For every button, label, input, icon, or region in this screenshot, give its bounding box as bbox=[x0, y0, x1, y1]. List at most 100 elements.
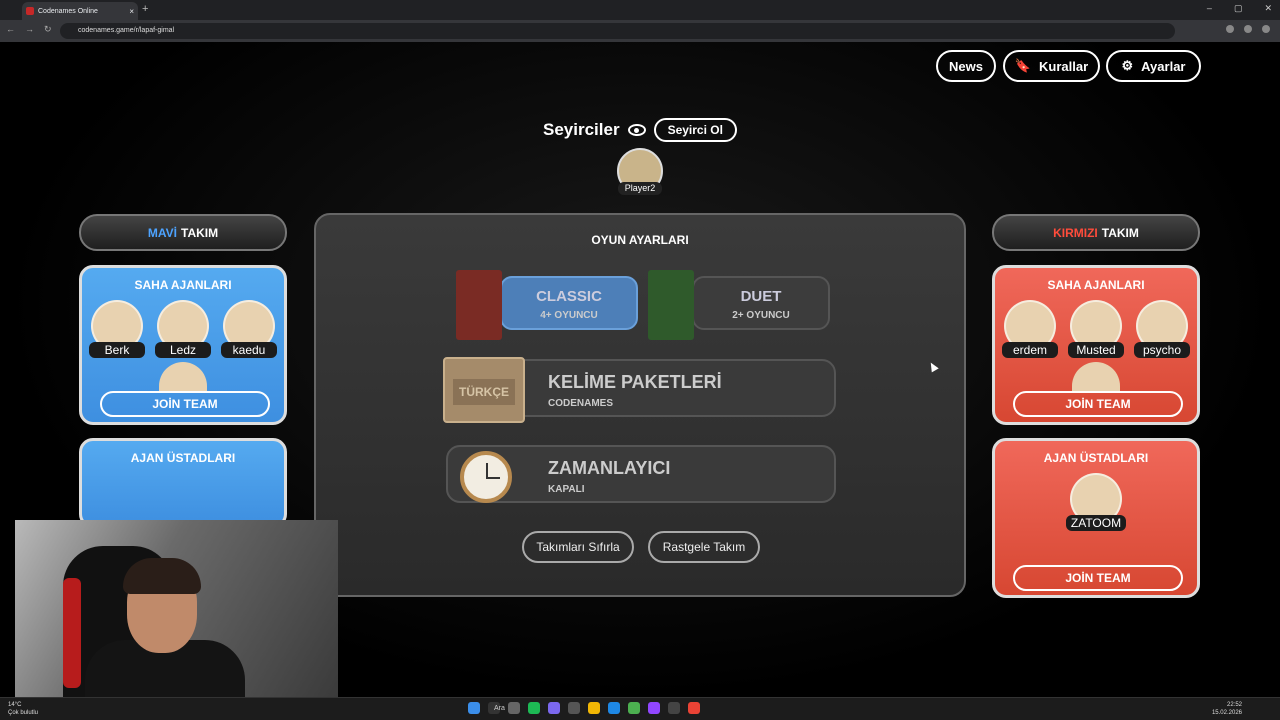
gear-icon: ⚙ bbox=[1121, 58, 1134, 73]
spectators-title: Seyirciler bbox=[543, 120, 620, 139]
clock-date: 15.02.2026 bbox=[1211, 710, 1242, 716]
red-spymaster: ZATOOM bbox=[1066, 473, 1126, 531]
store-icon[interactable] bbox=[568, 702, 580, 714]
chrome-active-icon[interactable] bbox=[688, 702, 700, 714]
close-tab-icon[interactable]: × bbox=[129, 7, 134, 16]
blue-spymasters-card: AJAN ÜSTADLARI bbox=[79, 438, 287, 528]
blue-team-header: MAVİ TAKIM bbox=[79, 214, 287, 251]
explorer-icon[interactable] bbox=[588, 702, 600, 714]
red-join-team-button[interactable]: JOİN TEAM bbox=[1013, 391, 1183, 417]
random-teams-button[interactable]: Rastgele Takım bbox=[648, 531, 760, 563]
minimize-icon[interactable]: – bbox=[1207, 3, 1212, 14]
blue-team-word: MAVİ bbox=[147, 225, 177, 240]
browser-tabbar: Codenames Online × + – ▢ ✕ bbox=[0, 0, 1280, 20]
red-team-label: TAKIM bbox=[1101, 225, 1139, 240]
duet-mode-button[interactable]: DUET 2+ OYUNCU bbox=[648, 270, 830, 340]
player-name: ZATOOM bbox=[1066, 515, 1126, 531]
task-view-icon[interactable] bbox=[508, 702, 520, 714]
stopwatch-icon bbox=[460, 451, 512, 503]
windows-start-icon[interactable] bbox=[468, 702, 480, 714]
browser-tab[interactable]: Codenames Online × bbox=[22, 2, 138, 20]
blue-player: Berk bbox=[89, 300, 145, 358]
red-operatives-title: SAHA AJANLARI bbox=[1047, 278, 1145, 292]
webcam-chair-accent bbox=[63, 578, 81, 688]
clock-time: 22:52 bbox=[1226, 702, 1242, 708]
favicon-icon bbox=[26, 7, 34, 15]
red-spymasters-title: AJAN ÜSTADLARI bbox=[1043, 451, 1149, 465]
player-name: Berk bbox=[89, 342, 145, 358]
close-window-icon[interactable]: ✕ bbox=[1264, 3, 1272, 14]
word-pack-badge: TÜRKÇE bbox=[453, 379, 515, 405]
duet-players: 2+ OYUNCU bbox=[732, 310, 790, 321]
timer-button[interactable]: ZAMANLAYICI KAPALI bbox=[446, 445, 836, 503]
eye-icon bbox=[627, 124, 646, 136]
window-controls: – ▢ ✕ bbox=[1207, 3, 1272, 14]
classic-label: CLASSIC bbox=[536, 288, 602, 305]
duet-box-image bbox=[648, 270, 694, 340]
blue-player: kaedu bbox=[221, 300, 277, 358]
forward-icon[interactable]: → bbox=[25, 24, 34, 35]
settings-button[interactable]: ⚙ Ayarlar bbox=[1106, 50, 1201, 82]
chrome-icon[interactable] bbox=[628, 702, 640, 714]
rules-label: Kurallar bbox=[1039, 58, 1089, 74]
red-team-word: KIRMIZI bbox=[1053, 225, 1098, 240]
rules-button[interactable]: 🔖 Kurallar bbox=[1003, 50, 1100, 82]
blue-player: Ledz bbox=[155, 300, 211, 358]
bookmark-star-icon[interactable] bbox=[1226, 25, 1234, 33]
player-name: Musted bbox=[1068, 342, 1124, 358]
teams-icon[interactable] bbox=[548, 702, 560, 714]
news-button[interactable]: News bbox=[936, 50, 996, 82]
new-tab-button[interactable]: + bbox=[142, 3, 148, 15]
tab-title: Codenames Online bbox=[38, 7, 98, 15]
discord-icon[interactable] bbox=[648, 702, 660, 714]
obs-icon[interactable] bbox=[668, 702, 680, 714]
settings-label: Ayarlar bbox=[1141, 58, 1186, 74]
red-spymasters-card: AJAN ÜSTADLARI ZATOOM JOİN TEAM bbox=[992, 438, 1200, 598]
red-spymaster-join-button[interactable]: JOİN TEAM bbox=[1013, 565, 1183, 591]
url-input[interactable]: codenames.game/r/lapaf-gimal bbox=[60, 23, 1175, 39]
game-settings-title: OYUN AYARLARI bbox=[591, 233, 689, 247]
app-icon[interactable] bbox=[528, 702, 540, 714]
classic-mode-button[interactable]: CLASSIC 4+ OYUNCU bbox=[456, 270, 638, 340]
webcam-person-hair bbox=[123, 558, 201, 594]
avatar bbox=[1072, 362, 1120, 392]
weather-temp: 14°C bbox=[8, 702, 22, 708]
player-name: erdem bbox=[1002, 342, 1058, 358]
blue-operatives-card: SAHA AJANLARI Berk Ledz kaedu JOİN TEAM bbox=[79, 265, 287, 425]
red-player: Musted bbox=[1068, 300, 1124, 358]
maximize-icon[interactable]: ▢ bbox=[1234, 3, 1243, 14]
reset-teams-button[interactable]: Takımları Sıfırla bbox=[522, 531, 634, 563]
red-player: erdem bbox=[1002, 300, 1058, 358]
red-team-header: KIRMIZI TAKIM bbox=[992, 214, 1200, 251]
word-packs-button[interactable]: TÜRKÇE KELİME PAKETLERİ CODENAMES bbox=[443, 357, 836, 423]
reload-icon[interactable]: ↻ bbox=[44, 24, 52, 35]
weather-desc: Çok bulutlu bbox=[8, 710, 39, 716]
become-spectator-button[interactable]: Seyirci Ol bbox=[653, 118, 737, 142]
spectator-name: Player2 bbox=[618, 182, 662, 195]
taskbar-search[interactable]: Ara bbox=[488, 702, 505, 714]
extension-icon[interactable] bbox=[1244, 25, 1252, 33]
word-pack-image: TÜRKÇE bbox=[443, 357, 525, 423]
windows-taskbar: 14°C Çok bulutlu Ara 22:52 15.02.2026 bbox=[0, 697, 1280, 720]
game-settings-panel: OYUN AYARLARI CLASSIC 4+ OYUNCU DUET 2+ … bbox=[314, 213, 966, 597]
address-bar-area: ← → ↻ codenames.game/r/lapaf-gimal bbox=[0, 20, 1280, 42]
red-player: psycho bbox=[1134, 300, 1190, 358]
back-icon[interactable]: ← bbox=[6, 24, 15, 35]
blue-join-team-button[interactable]: JOİN TEAM bbox=[100, 391, 270, 417]
player-name: Ledz bbox=[155, 342, 211, 358]
taskbar-clock[interactable]: 22:52 15.02.2026 bbox=[1212, 701, 1242, 717]
avatar bbox=[159, 362, 207, 392]
edge-icon[interactable] bbox=[608, 702, 620, 714]
word-packs-value: CODENAMES bbox=[548, 398, 614, 409]
word-packs-title: KELİME PAKETLERİ bbox=[548, 372, 722, 392]
weather-widget[interactable]: 14°C Çok bulutlu bbox=[8, 701, 38, 717]
spectators-bar: Seyirciler Seyirci Ol bbox=[543, 118, 737, 142]
webcam-overlay bbox=[15, 520, 338, 703]
profile-icon[interactable] bbox=[1262, 25, 1270, 33]
player-name: psycho bbox=[1134, 342, 1190, 358]
red-operatives-card: SAHA AJANLARI erdem Musted psycho JOİN T… bbox=[992, 265, 1200, 425]
news-label: News bbox=[949, 58, 983, 74]
timer-value: KAPALI bbox=[548, 484, 585, 495]
blue-spymasters-title: AJAN ÜSTADLARI bbox=[130, 451, 236, 465]
timer-title: ZAMANLAYICI bbox=[548, 458, 671, 478]
